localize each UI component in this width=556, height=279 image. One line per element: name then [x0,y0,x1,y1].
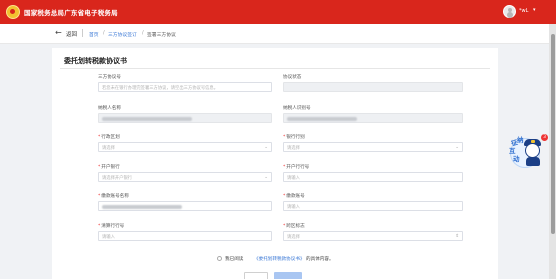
back-arrow-icon[interactable]: ← [55,29,62,37]
tax-emblem-icon [6,5,20,19]
open-bank-code-label: *开户行行号 [283,165,310,170]
chevron-down-icon: ⌄ [264,144,268,150]
scrollbar[interactable] [549,24,556,279]
payer-account-no-input[interactable]: 请输入 [283,201,463,211]
payer-account-no-label: *缴款账号 [283,194,305,199]
payer-account-name-label: *缴款账号名称 [98,194,129,199]
scrollbar-thumb[interactable] [550,34,555,234]
app-title: 国家税务总局广东省电子税务局 [24,9,118,17]
top-bar: 国家税务总局广东省电子税务局 *wL ▾ [0,0,556,24]
agree-suffix: 的具体内容。 [306,256,334,262]
chevron-down-icon: ⌄ [455,144,459,150]
back-bottom-button[interactable] [244,272,268,279]
divider [60,68,490,69]
chevron-updown-icon: ⇕ [455,233,459,239]
form-card: 委托划转税款协议书 三方协议号 若您未在银行办理完签署三方协议，请空出三方协议号… [52,48,498,279]
user-name[interactable]: *wL [519,8,528,14]
mascot-body-icon [526,157,540,166]
redacted-value [102,204,182,209]
mascot-head-icon [525,143,540,158]
notification-badge: 3 [541,134,548,141]
cross-region-select[interactable]: 请选择 ⇕ [283,231,463,241]
region-select[interactable]: 请选择 ⌄ [98,142,272,152]
taxpayer-name-label: 纳税人名称 [98,106,121,111]
taxpayer-id-field [283,113,463,123]
widget-char: 纳 [517,136,524,144]
agreement-no-input[interactable]: 若您未在银行办理完签署三方协议，请空出三方协议号信息。 [98,82,272,92]
payer-account-name-input[interactable] [98,201,272,211]
sub-header: ← 返回 首页 / 三方协议签订 / 签署三方协议 [0,24,549,44]
clearing-bank-code-label: *清算行行号 [98,224,125,229]
chevron-down-icon: ⌄ [264,174,268,180]
breadcrumb-separator: / [142,30,144,36]
region-label: *行政区划 [98,135,120,140]
chevron-down-icon[interactable]: ▾ [533,7,536,13]
agreement-link[interactable]: 《委托划转税款协议书》 [254,256,305,262]
agreement-status-field [283,82,463,92]
open-bank-code-input[interactable]: 请输入 [283,172,463,182]
divider [82,29,83,37]
sign-button[interactable] [274,272,302,279]
breadcrumb-agreement[interactable]: 三方协议签订 [108,31,137,38]
clearing-bank-code-input[interactable]: 请输入 [98,231,272,241]
interaction-widget[interactable]: 征 纳 互 动 3 [508,134,550,172]
redacted-value [287,116,357,121]
agreement-no-label: 三方协议号 [98,75,121,80]
bank-category-select[interactable]: 请选择 ⌄ [283,142,463,152]
cross-region-label: *跨区标志 [283,224,305,229]
bank-category-label: *银行行别 [283,135,305,140]
form-title: 委托划转税款协议书 [64,57,127,65]
taxpayer-id-label: 纳税人识别号 [283,106,311,111]
open-bank-label: *开户银行 [98,165,120,170]
breadcrumb-home[interactable]: 首页 [89,31,99,38]
breadcrumb-current: 签署三方协议 [147,32,176,38]
redacted-value [102,116,192,121]
agreement-no-placeholder: 若您未在银行办理完签署三方协议，请空出三方协议号信息。 [102,86,219,92]
back-button[interactable]: 返回 [66,30,77,38]
open-bank-select[interactable]: 请选择开户银行 ⌄ [98,172,272,182]
breadcrumb-separator: / [103,30,105,36]
taxpayer-name-field [98,113,272,123]
agree-radio[interactable] [217,256,222,261]
user-avatar-icon[interactable] [503,5,516,18]
agree-prefix: 我已阅读 [225,256,244,262]
agreement-status-label: 协议状态 [283,75,302,80]
widget-char: 动 [513,155,520,163]
